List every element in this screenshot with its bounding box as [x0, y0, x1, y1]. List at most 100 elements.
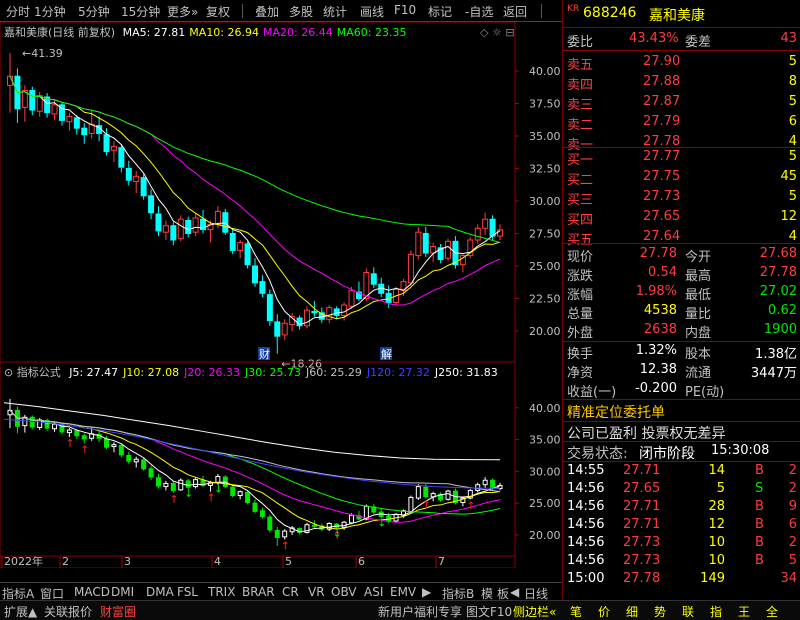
- weicha-value: 43: [780, 31, 797, 46]
- toolbar-item-0[interactable]: 分时: [6, 3, 30, 20]
- toolbar-item-8[interactable]: 统计: [323, 3, 347, 20]
- indicator-bar-body: [81, 435, 87, 440]
- order-book-row[interactable]: 卖四 27.88 8: [563, 73, 800, 93]
- order-book-row[interactable]: 卖三 27.87 5: [563, 93, 800, 113]
- stat-row: 外盘 2638 内盘 1900: [563, 321, 800, 341]
- order-price: 27.77: [643, 149, 681, 164]
- toolbar-item-12[interactable]: -自选: [465, 3, 493, 20]
- indicator-tab-6[interactable]: TRIX: [208, 585, 235, 599]
- tick-time: 14:56: [567, 553, 605, 568]
- indicator-tab-8[interactable]: CR: [282, 585, 299, 599]
- chart-tool-icons: ◇ ☼ ⊟: [480, 26, 515, 39]
- toolbar-item-1[interactable]: 1分钟: [34, 3, 66, 20]
- toolbar-item-7[interactable]: 多股: [289, 3, 313, 20]
- chart-area[interactable]: 40.00 37.50 35.00 32.50 30.00 27.50 25.00 22.50…: [0, 21, 562, 569]
- order-book-row[interactable]: 买四 27.65 12: [563, 208, 800, 228]
- order-book-row[interactable]: 买一 27.77 5: [563, 148, 800, 168]
- status-icon-2[interactable]: 细: [626, 603, 638, 620]
- stat-label: 股本: [685, 347, 712, 362]
- x-axis-label: 3: [124, 555, 131, 568]
- order-level-label: 买二: [567, 173, 594, 188]
- status-icon-4[interactable]: 联: [682, 603, 694, 620]
- status-tab-0[interactable]: 扩展▲: [4, 603, 37, 620]
- indicator-tab-7[interactable]: BRAR: [242, 585, 275, 599]
- tick-count: 2: [788, 481, 797, 496]
- tick-volume: 10: [708, 553, 725, 568]
- candle-body: [274, 321, 281, 337]
- notice-row[interactable]: 精准定位委托单: [563, 401, 800, 422]
- toolbar-item-4[interactable]: 更多»: [167, 3, 198, 20]
- toolbar-item-2[interactable]: 5分钟: [78, 3, 110, 20]
- order-volume: 4: [788, 229, 797, 244]
- tick-row: 14:56 27.73 10 B 2: [563, 534, 800, 552]
- toolbar-item-10[interactable]: F10: [394, 3, 416, 17]
- stat-label: 最低: [685, 288, 712, 303]
- x-axis-label: 6: [358, 555, 365, 568]
- weicha-label: 委差: [685, 35, 712, 50]
- indicator-tab-12[interactable]: EMV: [390, 585, 416, 599]
- status-icon-1[interactable]: 价: [598, 603, 610, 620]
- tick-volume: 5: [716, 481, 725, 496]
- indicator-tab-4[interactable]: DMA: [146, 585, 174, 599]
- indicator-axis-label: 30.00: [529, 465, 561, 478]
- stat-label: 涨幅: [567, 288, 594, 303]
- status-link-1[interactable]: 图文F10: [466, 603, 512, 620]
- tick-row: 15:00 27.78 149 34: [563, 570, 800, 588]
- ma-line-ma60: [9, 75, 501, 244]
- notice-precise-order[interactable]: 精准定位委托单: [567, 402, 665, 422]
- indicator-bar-body: [170, 482, 176, 491]
- status-link-0[interactable]: 新用户福利专享: [378, 603, 462, 620]
- order-book-row[interactable]: 买二 27.75 45: [563, 168, 800, 188]
- stat-label: 外盘: [567, 326, 594, 341]
- indicator-tab-11[interactable]: ASI: [364, 585, 383, 599]
- toolbar-item-3[interactable]: 15分钟: [121, 3, 160, 20]
- status-link-2[interactable]: 侧边栏«: [513, 603, 556, 620]
- indicator-tab-5[interactable]: FSL: [177, 585, 198, 599]
- toolbar-item-13[interactable]: 返回: [503, 3, 527, 20]
- order-book-row[interactable]: 卖五 27.90 5: [563, 53, 800, 73]
- indicator-bar-body: [445, 490, 451, 500]
- status-tab-1[interactable]: 关联报价: [44, 603, 92, 620]
- indicator-tab-bar: 指标A 窗口 MACD DMI DMA FSL TRIX BRAR CR VR OBV ASI EMV ▶…: [0, 582, 562, 601]
- order-book-row[interactable]: 卖二 27.79 6: [563, 113, 800, 133]
- candle-body: [140, 177, 147, 197]
- indicator-bar-body: [282, 530, 288, 538]
- main-chart-title: 嘉和美康(日线 前复权) MA5: 27.81 MA10: 26.94 MA20: …: [4, 25, 406, 39]
- toolbar-item-9[interactable]: 画线: [360, 3, 384, 20]
- indicator-axis-label: 35.00: [529, 434, 561, 447]
- tick-time: 14:56: [567, 481, 605, 496]
- status-icon-7[interactable]: 全: [766, 603, 778, 620]
- indicator-bar-body: [490, 479, 496, 490]
- status-icon-6[interactable]: 王: [738, 603, 750, 620]
- candle-body: [244, 243, 251, 266]
- indicator-tab-2[interactable]: MACD: [74, 585, 110, 599]
- indicator-tab-3[interactable]: DMI: [111, 585, 134, 599]
- toolbar-item-11[interactable]: 标记: [428, 3, 452, 20]
- order-price: 27.73: [643, 189, 681, 204]
- tick-count: 2: [788, 463, 797, 478]
- status-icon-0[interactable]: 笔: [570, 603, 582, 620]
- indicator-tab-13[interactable]: ▶: [422, 585, 431, 599]
- status-icon-5[interactable]: 指: [710, 603, 722, 620]
- status-tab-2[interactable]: 财富圈: [100, 603, 136, 620]
- stat-value: 27.02: [759, 284, 797, 299]
- kline-chart-svg[interactable]: 40.00 37.50 35.00 32.50 30.00 27.50 25.00 22.50…: [0, 21, 562, 569]
- indicator-bar-body: [29, 416, 35, 428]
- toolbar-item-6[interactable]: 叠加: [255, 3, 279, 20]
- indicator-bar-body: [66, 429, 72, 434]
- indicator-tab-9[interactable]: VR: [308, 585, 325, 599]
- toolbar-item-5[interactable]: 复权: [206, 3, 230, 20]
- candle-body: [445, 240, 452, 259]
- order-book-row[interactable]: 买三 27.73 5: [563, 188, 800, 208]
- indicator-tab-17[interactable]: ◀: [510, 585, 519, 599]
- status-icon-3[interactable]: 势: [654, 603, 666, 620]
- candle-body: [229, 233, 236, 251]
- stat-value: -0.200: [635, 381, 677, 396]
- stat-label: 现价: [567, 250, 594, 265]
- stat-value: 4538: [643, 303, 677, 318]
- order-level-label: 卖五: [567, 58, 594, 73]
- stat-label: 量比: [685, 307, 712, 322]
- candle-body: [170, 225, 177, 241]
- indicator-tab-10[interactable]: OBV: [331, 585, 357, 599]
- stat-value: 0.62: [768, 303, 797, 318]
